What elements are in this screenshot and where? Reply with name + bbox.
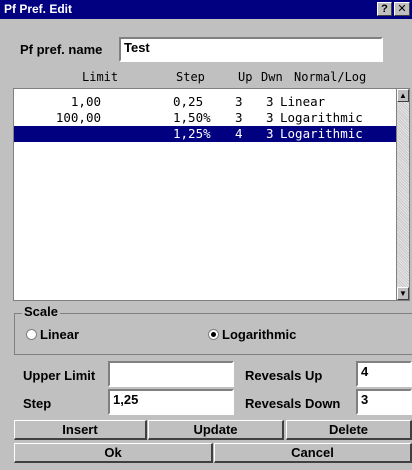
list-vertical-scrollbar[interactable]: ▲ ▼ (396, 89, 409, 300)
cell-dwn: 3 (266, 94, 274, 109)
reversals-down-value: 3 (361, 392, 369, 407)
cell-up: 3 (235, 94, 243, 109)
insert-button[interactable]: Insert (14, 420, 147, 440)
pf-pref-name-input[interactable]: Test (119, 37, 383, 62)
reversals-up-label: Revesals Up (245, 368, 323, 383)
scroll-down-arrow-icon[interactable]: ▼ (397, 287, 409, 300)
cell-dwn: 3 (266, 110, 274, 125)
step-value: 1,25 (113, 392, 139, 407)
reversals-up-input[interactable]: 4 (356, 361, 412, 387)
table-row[interactable]: 100,00 1,50% 3 3 Logarithmic (14, 110, 398, 126)
close-icon[interactable]: ✕ (394, 2, 410, 16)
scroll-up-arrow-icon[interactable]: ▲ (397, 89, 409, 102)
reversals-down-label: Revesals Down (245, 396, 341, 411)
cell-normal-log: Linear (280, 94, 326, 109)
header-step[interactable]: Step (176, 70, 205, 84)
cell-step: 1,25% (173, 126, 211, 141)
cell-limit: 1,00 (70, 94, 101, 109)
step-input[interactable]: 1,25 (108, 389, 234, 415)
header-dwn[interactable]: Dwn (261, 70, 283, 84)
table-header: Limit Step Up Dwn Normal/Log (13, 70, 410, 86)
cell-normal-log: Logarithmic (280, 110, 363, 125)
radio-logarithmic[interactable]: Logarithmic (208, 327, 338, 343)
cell-step: 1,50% (173, 110, 211, 125)
ok-button[interactable]: Ok (14, 443, 213, 463)
reversals-down-input[interactable]: 3 (356, 389, 412, 415)
cancel-button[interactable]: Cancel (214, 443, 412, 463)
table-row[interactable]: 1,00 0,25 3 3 Linear (14, 94, 398, 110)
cell-dwn: 3 (266, 126, 274, 141)
reversals-up-value: 4 (361, 364, 369, 379)
help-icon[interactable]: ? (377, 2, 392, 16)
cell-limit: 100,00 (55, 110, 101, 125)
pf-pref-name-value: Test (124, 40, 150, 55)
cell-up: 4 (235, 126, 243, 141)
cell-up: 3 (235, 110, 243, 125)
radio-linear-label: Linear (40, 327, 80, 342)
upper-limit-input[interactable] (108, 361, 234, 387)
radio-logarithmic-label: Logarithmic (222, 327, 297, 342)
update-button[interactable]: Update (148, 420, 284, 440)
pf-pref-name-label: Pf pref. name (20, 42, 103, 57)
radio-linear-circle[interactable] (26, 329, 37, 340)
radio-logarithmic-circle[interactable] (208, 329, 219, 340)
delete-button[interactable]: Delete (286, 420, 412, 440)
header-limit[interactable]: Limit (82, 70, 118, 84)
scale-group-label: Scale (22, 304, 60, 319)
cell-normal-log: Logarithmic (280, 126, 363, 141)
table-row-selected[interactable]: 1,25% 4 3 Logarithmic (14, 126, 398, 142)
pf-pref-list[interactable]: 1,00 0,25 3 3 Linear 100,00 1,50% 3 3 Lo… (13, 88, 410, 301)
upper-limit-label: Upper Limit (23, 368, 96, 383)
step-label: Step (23, 396, 52, 411)
header-normal-log[interactable]: Normal/Log (294, 70, 366, 84)
header-up[interactable]: Up (238, 70, 252, 84)
radio-linear[interactable]: Linear (26, 327, 116, 343)
cell-step: 0,25 (173, 94, 204, 109)
title-bar: Pf Pref. Edit ? ✕ (0, 0, 412, 19)
window-title: Pf Pref. Edit (4, 2, 73, 16)
